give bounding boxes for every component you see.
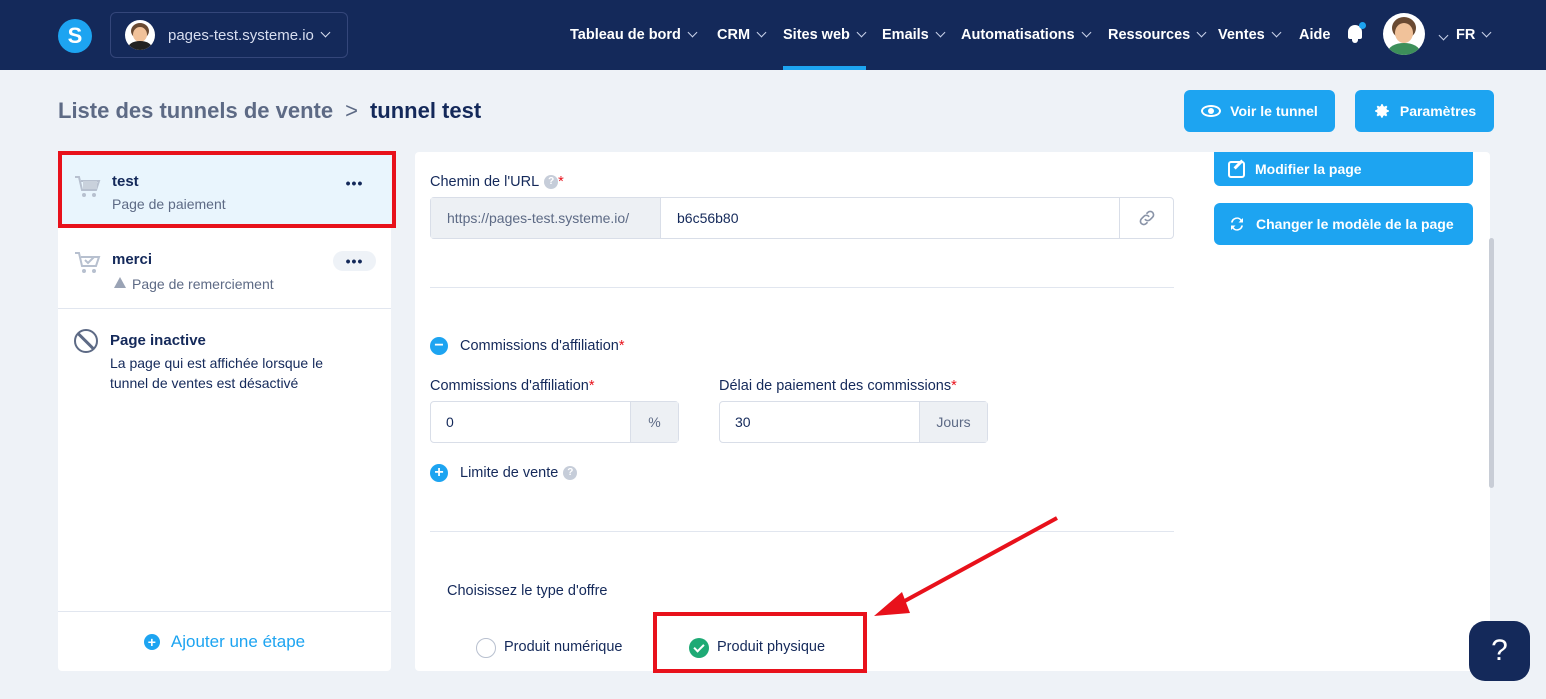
nav-websites[interactable]: Sites web <box>783 0 867 70</box>
nav-active-indicator <box>783 66 866 70</box>
commission-suffix: % <box>630 402 678 442</box>
highlight-box-step <box>58 151 396 228</box>
digital-product-label[interactable]: Produit numérique <box>504 639 623 655</box>
ban-icon <box>74 329 98 353</box>
inactive-page-title[interactable]: Page inactive <box>110 332 206 349</box>
add-step-button[interactable]: + Ajouter une étape <box>58 611 391 671</box>
payment-delay-field: 30 Jours <box>719 401 988 443</box>
nav-dashboard[interactable]: Tableau de bord <box>570 0 698 70</box>
language-selector[interactable]: FR <box>1456 0 1492 70</box>
sale-limit-label[interactable]: Limite de vente? <box>460 465 578 481</box>
chevron-down-icon <box>687 27 698 37</box>
chevron-down-icon <box>320 27 331 37</box>
edit-page-label: Modifier la page <box>1255 161 1362 177</box>
refresh-icon <box>1231 217 1243 231</box>
view-funnel-button[interactable]: Voir le tunnel <box>1184 90 1335 132</box>
notification-dot <box>1359 22 1366 29</box>
systeme-logo[interactable]: S <box>58 19 92 53</box>
edit-page-button[interactable]: Modifier la page <box>1214 152 1473 186</box>
url-path-label: Chemin de l'URL? * <box>430 174 564 190</box>
url-path-field: https://pages-test.systeme.io/ b6c56b80 <box>430 197 1174 239</box>
view-funnel-label: Voir le tunnel <box>1230 103 1318 119</box>
commission-field: 0 % <box>430 401 679 443</box>
payment-delay-suffix: Jours <box>919 402 987 442</box>
nav-emails[interactable]: Emails <box>882 0 946 70</box>
help-icon[interactable]: ? <box>544 175 559 190</box>
chevron-down-icon[interactable] <box>1438 30 1449 41</box>
nav-help[interactable]: Aide <box>1299 0 1330 70</box>
url-path-input[interactable]: b6c56b80 <box>661 198 1119 238</box>
site-selector[interactable]: pages-test.systeme.io <box>110 12 348 58</box>
commission-label: Commissions d'affiliation* <box>430 378 595 394</box>
warning-icon <box>114 277 126 288</box>
nav-sales[interactable]: Ventes <box>1218 0 1282 70</box>
top-navbar: S pages-test.systeme.io Tableau de bord … <box>0 0 1546 70</box>
change-template-button[interactable]: Changer le modèle de la page <box>1214 203 1473 245</box>
inactive-page-description: La page qui est affichée lorsque le tunn… <box>110 355 324 391</box>
nav-crm[interactable]: CRM <box>717 0 767 70</box>
chevron-down-icon <box>1271 27 1282 37</box>
collapse-affiliation-icon[interactable]: − <box>430 337 448 355</box>
red-arrow-annotation <box>874 516 1058 616</box>
bell-icon[interactable] <box>1346 22 1366 44</box>
step-title: merci <box>112 251 153 268</box>
scrollbar[interactable] <box>1489 238 1494 488</box>
chevron-down-icon <box>1196 27 1207 37</box>
chevron-down-icon <box>1081 27 1092 37</box>
eye-icon <box>1201 105 1222 117</box>
breadcrumb: Liste des tunnels de vente > tunnel test <box>58 98 481 124</box>
expand-sale-limit-icon[interactable]: + <box>430 464 448 482</box>
site-selector-label: pages-test.systeme.io <box>168 26 314 44</box>
step-menu-button[interactable]: ••• <box>333 251 376 271</box>
help-icon[interactable]: ? <box>563 466 578 481</box>
gear-icon <box>1375 104 1389 118</box>
divider <box>430 287 1174 288</box>
commission-input[interactable]: 0 <box>431 402 630 442</box>
payment-delay-input[interactable]: 30 <box>720 402 919 442</box>
settings-label: Paramètres <box>1399 103 1477 119</box>
breadcrumb-separator: > <box>345 98 358 123</box>
change-template-label: Changer le modèle de la page <box>1256 216 1454 232</box>
help-chat-button[interactable]: ? <box>1469 621 1530 681</box>
link-icon[interactable] <box>1119 198 1173 238</box>
chevron-down-icon <box>935 27 946 37</box>
edit-icon <box>1228 160 1245 178</box>
chevron-down-icon <box>856 27 867 37</box>
payment-delay-label: Délai de paiement des commissions* <box>719 378 957 394</box>
breadcrumb-parent-link[interactable]: Liste des tunnels de vente <box>58 98 333 124</box>
step-item-merci[interactable]: merci Page de remerciement ••• <box>58 229 391 309</box>
funnel-steps-sidebar: test Page de paiement ••• merci Page de … <box>58 152 391 671</box>
nav-resources[interactable]: Ressources <box>1108 0 1207 70</box>
cart-check-icon <box>75 252 101 273</box>
chevron-down-icon <box>1481 27 1492 37</box>
affiliation-toggle-label[interactable]: Commissions d'affiliation* <box>460 338 625 354</box>
offer-type-label: Choisissez le type d'offre <box>447 583 608 599</box>
url-prefix: https://pages-test.systeme.io/ <box>431 198 661 238</box>
highlight-box-physical-product <box>653 612 867 673</box>
settings-button[interactable]: Paramètres <box>1355 90 1494 132</box>
step-subtitle: Page de remerciement <box>132 276 274 292</box>
nav-automations[interactable]: Automatisations <box>961 0 1092 70</box>
radio-digital-product[interactable] <box>476 638 496 658</box>
page-title: tunnel test <box>369 98 482 123</box>
add-step-label: Ajouter une étape <box>170 631 306 651</box>
user-avatar[interactable] <box>1383 13 1425 55</box>
site-avatar <box>125 20 155 50</box>
chevron-down-icon <box>756 27 767 37</box>
plus-circle-icon: + <box>143 633 160 650</box>
